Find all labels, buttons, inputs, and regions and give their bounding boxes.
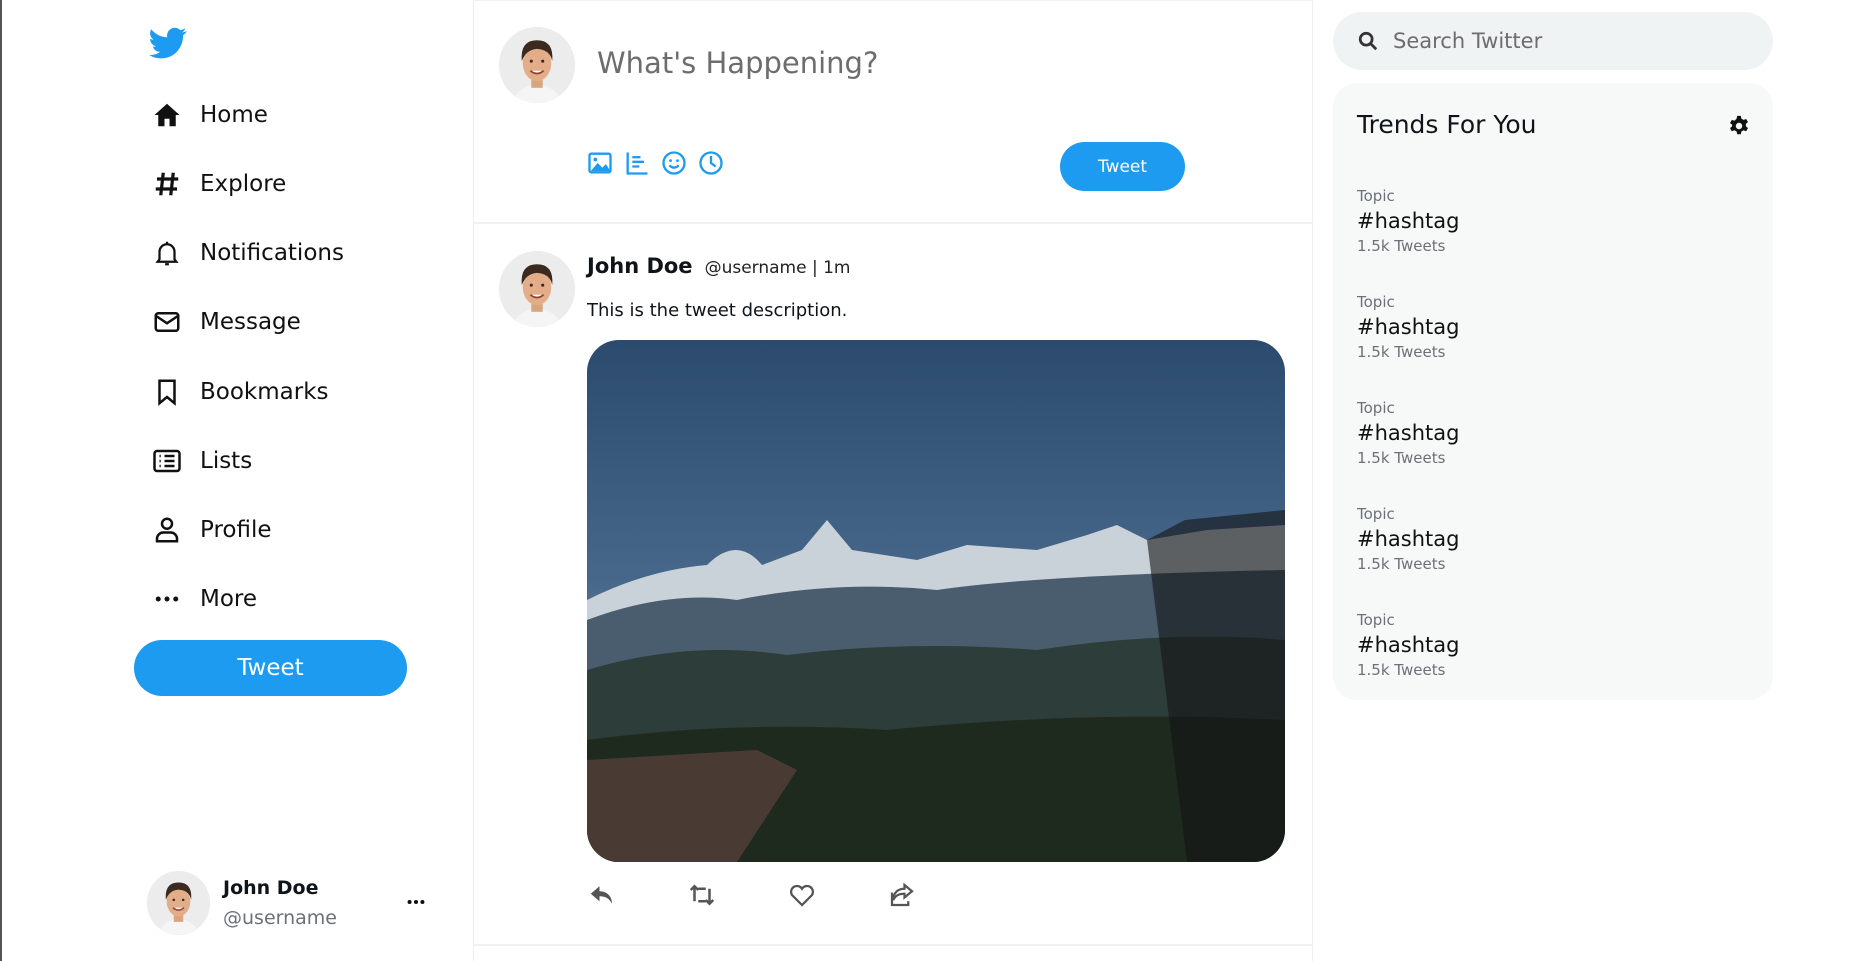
sidebar-item-notifications[interactable]: Notifications xyxy=(152,228,344,278)
trend-hashtag: #hashtag xyxy=(1357,421,1460,445)
tweet-author-name[interactable]: John Doe xyxy=(587,254,693,278)
compose-input[interactable] xyxy=(597,38,1247,88)
user-icon xyxy=(155,517,179,543)
composer-avatar xyxy=(499,27,575,103)
image-icon[interactable] xyxy=(586,149,614,177)
bell-icon xyxy=(155,241,179,266)
trends-title: Trends For You xyxy=(1357,110,1537,139)
emoji-icon[interactable] xyxy=(660,149,688,177)
tweet-avatar[interactable] xyxy=(499,251,575,327)
sidebar-item-explore[interactable]: Explore xyxy=(152,159,286,209)
tweet: John Doe @username | 1m This is the twee… xyxy=(473,224,1312,945)
divider xyxy=(473,0,1313,1)
compose-tweet-button[interactable]: Tweet xyxy=(1060,142,1185,191)
search-icon xyxy=(1358,31,1378,51)
sidebar-tweet-button[interactable]: Tweet xyxy=(134,640,407,696)
tweet-text: This is the tweet description. xyxy=(587,300,848,321)
retweet-icon[interactable] xyxy=(687,880,717,910)
trend-item[interactable]: Topic #hashtag 1.5k Tweets xyxy=(1357,399,1459,467)
trend-count: 1.5k Tweets xyxy=(1357,661,1446,679)
trend-count: 1.5k Tweets xyxy=(1357,555,1446,573)
sidebar-item-label: Lists xyxy=(200,448,253,474)
account-handle: @username xyxy=(223,907,337,929)
sidebar-item-message[interactable]: Message xyxy=(152,297,301,347)
share-icon[interactable] xyxy=(887,880,917,910)
sidebar-item-label: Message xyxy=(200,309,301,335)
trend-topic: Topic xyxy=(1357,611,1395,629)
poll-icon[interactable] xyxy=(623,149,651,177)
ellipsis-icon[interactable] xyxy=(405,891,427,913)
trend-hashtag: #hashtag xyxy=(1357,527,1460,551)
sidebar-item-bookmarks[interactable]: Bookmarks xyxy=(152,367,329,417)
trend-hashtag: #hashtag xyxy=(1357,315,1460,339)
ellipsis-icon xyxy=(155,596,179,602)
divider xyxy=(1312,0,1313,961)
tweet-meta: @username | 1m xyxy=(704,258,851,278)
trend-topic: Topic xyxy=(1357,399,1395,417)
trend-count: 1.5k Tweets xyxy=(1357,237,1446,255)
gear-icon[interactable] xyxy=(1728,115,1750,137)
sidebar-item-label: Explore xyxy=(200,171,287,197)
sidebar-item-label: Notifications xyxy=(200,240,344,266)
trends-card xyxy=(1333,83,1773,700)
sidebar-item-label: More xyxy=(200,586,258,612)
account-name: John Doe xyxy=(223,877,319,899)
reply-icon[interactable] xyxy=(587,880,617,910)
sidebar-item-label: Home xyxy=(200,102,268,128)
hashtag-icon xyxy=(155,172,179,196)
trend-count: 1.5k Tweets xyxy=(1357,343,1446,361)
avatar xyxy=(147,871,210,935)
list-icon xyxy=(153,449,181,473)
trend-hashtag: #hashtag xyxy=(1357,209,1460,233)
divider xyxy=(473,944,1313,946)
envelope-icon xyxy=(154,312,180,332)
trend-hashtag: #hashtag xyxy=(1357,633,1460,657)
sidebar-item-label: Profile xyxy=(200,517,272,543)
search-box[interactable] xyxy=(1333,12,1773,70)
sidebar-item-more[interactable]: More xyxy=(152,574,257,624)
search-input[interactable] xyxy=(1393,29,1753,53)
sidebar-item-label: Bookmarks xyxy=(200,379,329,405)
trend-topic: Topic xyxy=(1357,187,1395,205)
bookmark-icon xyxy=(158,379,176,406)
sidebar-item-home[interactable]: Home xyxy=(152,90,268,140)
sidebar-item-lists[interactable]: Lists xyxy=(152,436,252,486)
sidebar-item-profile[interactable]: Profile xyxy=(152,505,272,555)
tweet-image[interactable] xyxy=(587,340,1285,862)
trend-item[interactable]: Topic #hashtag 1.5k Tweets xyxy=(1357,187,1459,255)
trend-item[interactable]: Topic #hashtag 1.5k Tweets xyxy=(1357,611,1459,679)
trend-count: 1.5k Tweets xyxy=(1357,449,1446,467)
trend-item[interactable]: Topic #hashtag 1.5k Tweets xyxy=(1357,293,1459,361)
twitter-logo[interactable] xyxy=(147,24,189,62)
like-icon[interactable] xyxy=(787,880,817,910)
trend-item[interactable]: Topic #hashtag 1.5k Tweets xyxy=(1357,505,1459,573)
twitter-bird-icon xyxy=(149,27,187,59)
trend-topic: Topic xyxy=(1357,505,1395,523)
trend-topic: Topic xyxy=(1357,293,1395,311)
schedule-icon[interactable] xyxy=(697,149,725,177)
account-switcher[interactable]: John Doe @username xyxy=(147,871,437,935)
composer-tools xyxy=(586,149,725,177)
home-icon xyxy=(154,103,180,127)
